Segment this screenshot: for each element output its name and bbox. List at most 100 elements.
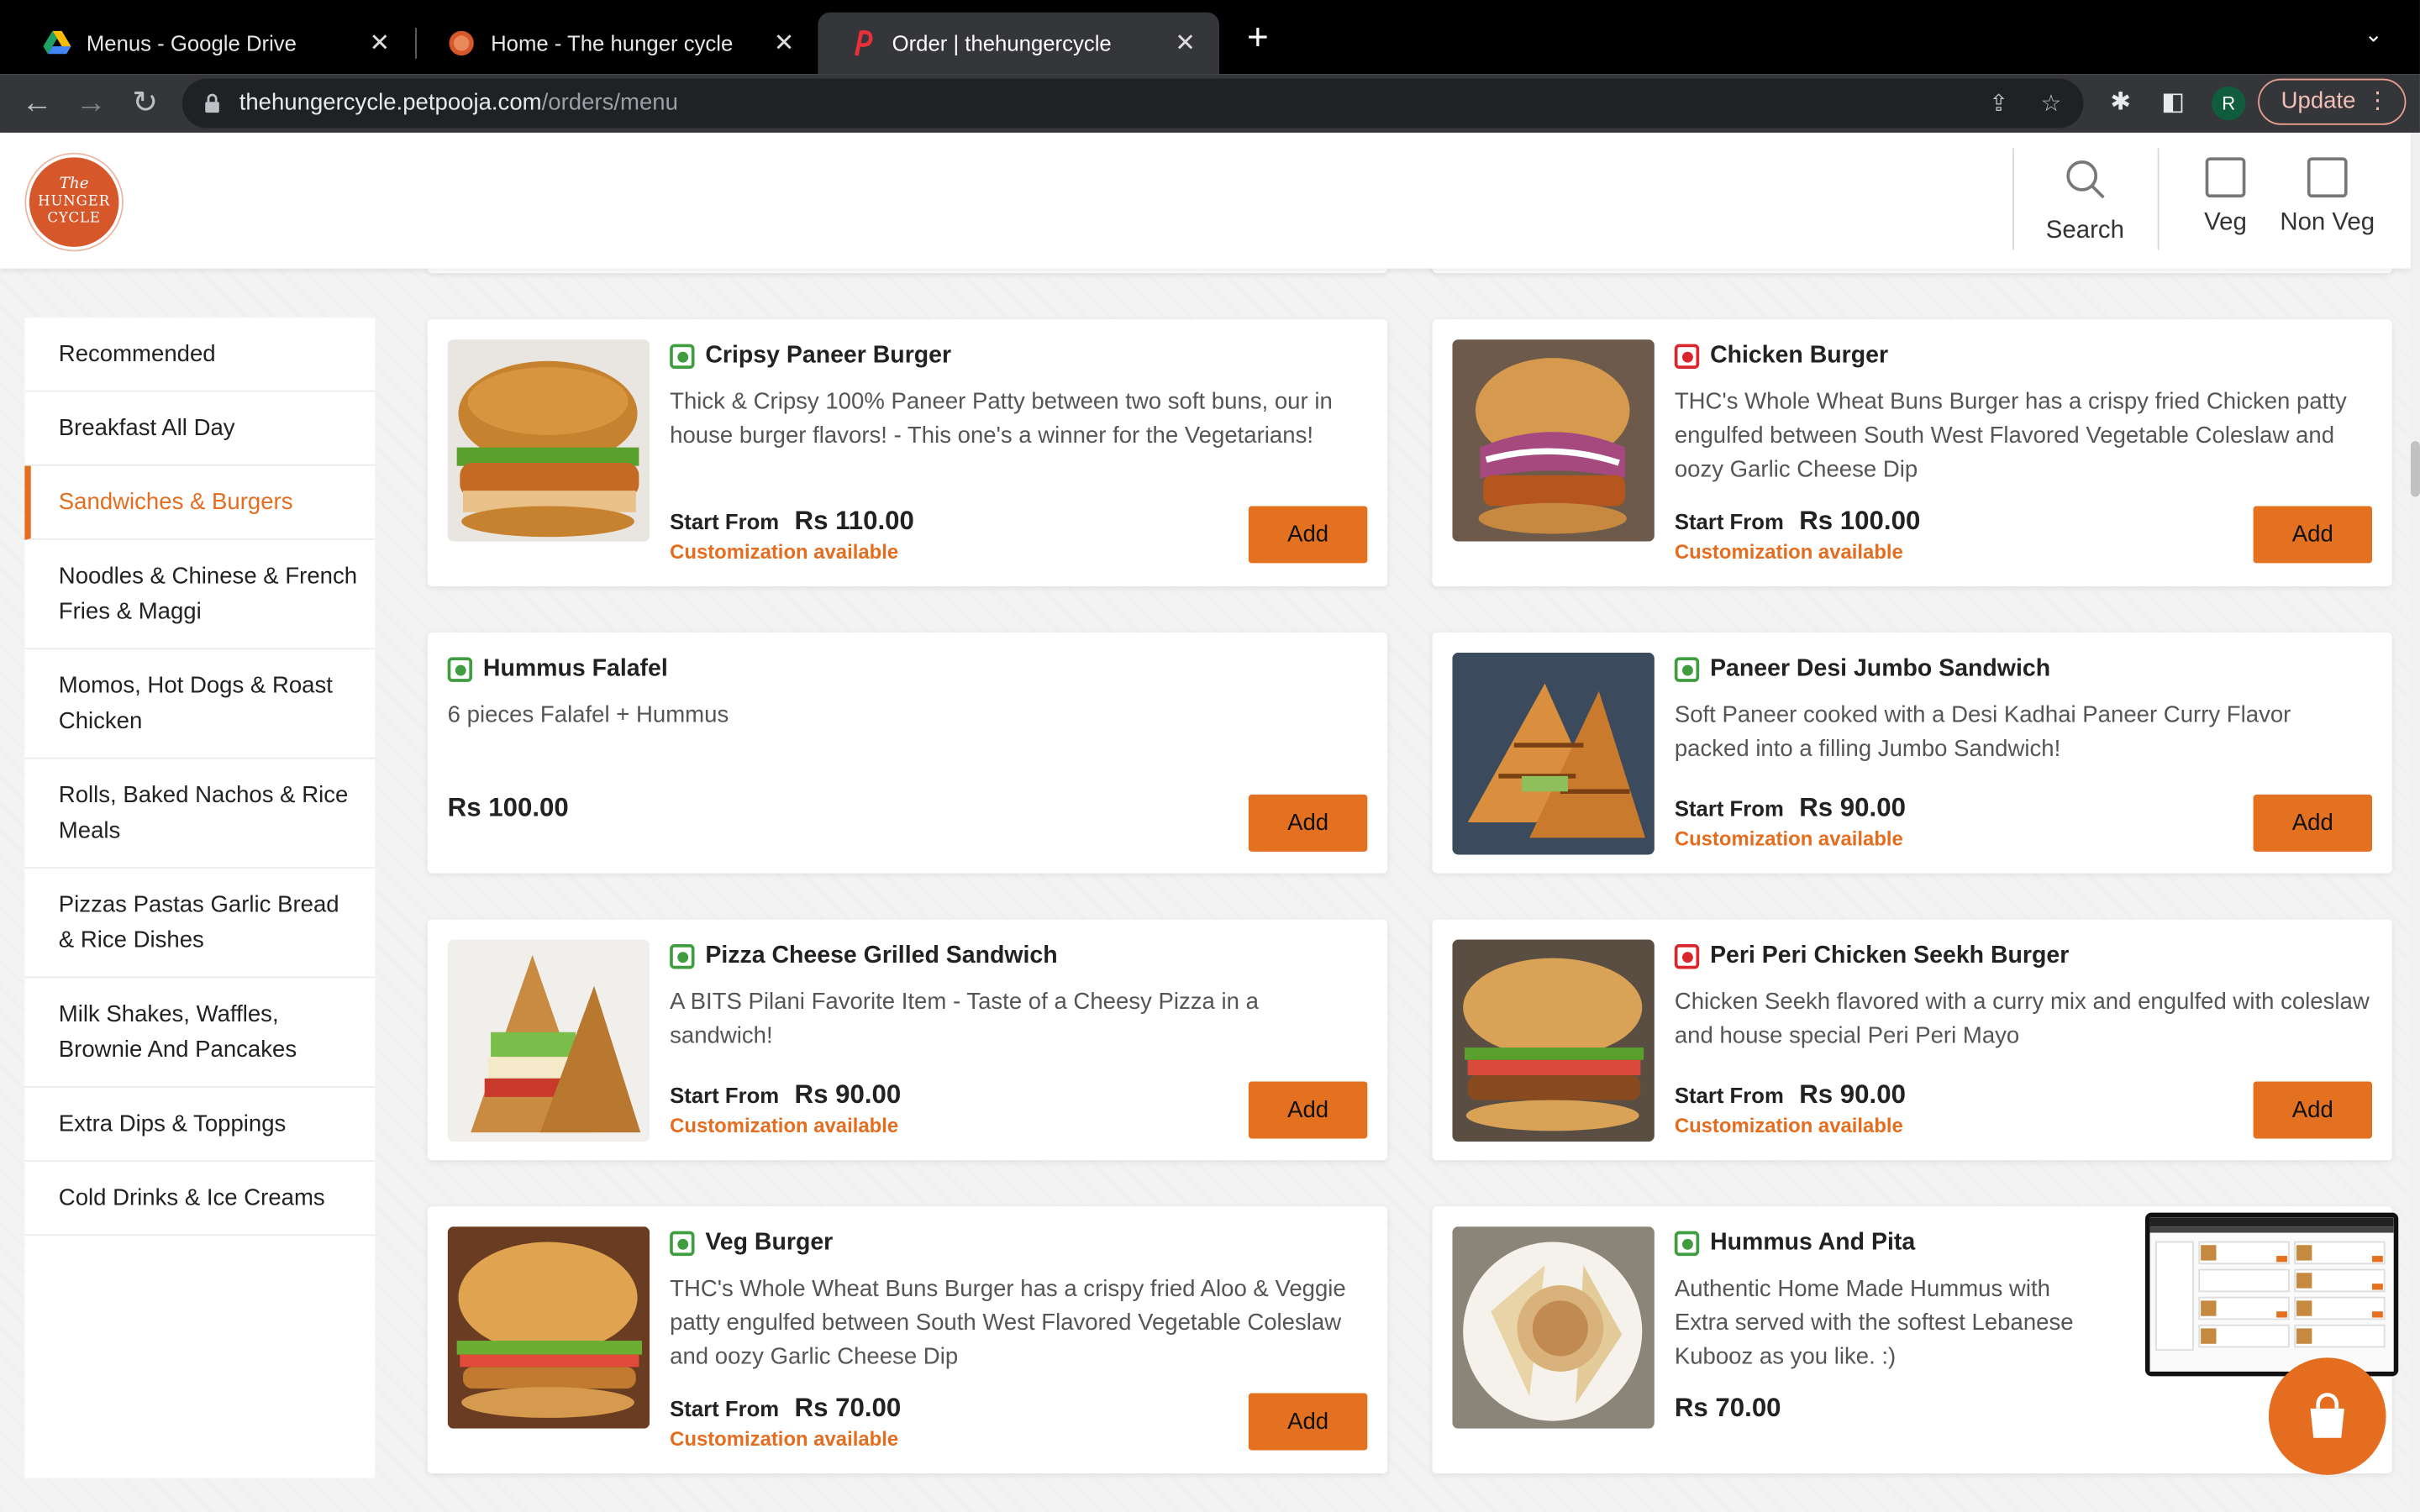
category-item[interactable]: Recommended	[24, 318, 376, 392]
veg-icon	[1674, 657, 1700, 682]
dish-title: Cripsy Paneer Burger	[705, 342, 952, 369]
category-item[interactable]: Cold Drinks & Ice Creams	[24, 1162, 376, 1236]
dish-price: Rs 100.00	[447, 793, 569, 822]
tab-title: Home - The hunger cycle	[491, 30, 734, 56]
close-icon[interactable]: ✕	[771, 28, 796, 59]
price-row: Rs 100.00	[448, 793, 569, 824]
hummus-image[interactable]	[1452, 1226, 1655, 1429]
close-icon[interactable]: ✕	[1173, 28, 1197, 59]
reload-icon[interactable]: ↻	[125, 83, 166, 123]
nonveg-icon	[1674, 944, 1700, 969]
category-item[interactable]: Rolls, Baked Nachos & Rice Meals	[24, 759, 376, 869]
more-icon: ⋮	[2365, 87, 2390, 114]
dish-price: Rs 90.00	[794, 1079, 902, 1110]
category-item[interactable]: Milk Shakes, Waffles, Brownie And Pancak…	[24, 978, 376, 1088]
site-header: The HUNGER CYCLE Search Veg Non Veg	[0, 132, 2411, 269]
nonveg-filter[interactable]: Non Veg	[2275, 157, 2380, 238]
menu-page: Recommended Breakfast All Day Sandwiches…	[0, 268, 2411, 1512]
logo[interactable]: The HUNGER CYCLE	[26, 154, 123, 250]
burger-image[interactable]	[447, 339, 650, 542]
share-icon[interactable]: ⇪	[1985, 91, 2012, 118]
screen-share-thumbnail[interactable]	[2145, 1212, 2399, 1377]
add-button[interactable]: Add	[2253, 794, 2373, 852]
tab-order[interactable]: Order | thehungercycle ✕	[818, 12, 1219, 75]
page-scrollbar[interactable]	[2410, 132, 2420, 1512]
petpooja-icon	[849, 29, 876, 57]
burger-image[interactable]	[1452, 339, 1655, 542]
dish-description: A BITS Pilani Favorite Item - Taste of a…	[670, 989, 1259, 1049]
close-icon[interactable]: ✕	[367, 28, 392, 59]
browser-tab-bar: Menus - Google Drive ✕ Home - The hunger…	[0, 0, 2420, 75]
star-icon[interactable]: ☆	[2037, 91, 2065, 118]
customization-note: Customization available	[670, 1114, 899, 1137]
avatar[interactable]: R	[2211, 86, 2246, 121]
start-from-label: Start From	[670, 1083, 780, 1108]
add-button[interactable]: Add	[2253, 506, 2373, 564]
veg-checkbox[interactable]	[2205, 157, 2246, 198]
add-button[interactable]: Add	[1248, 794, 1368, 852]
extensions-icon[interactable]: ✱	[2105, 88, 2136, 119]
tab-home[interactable]: Home - The hunger cycle ✕	[417, 13, 818, 74]
sandwich-image[interactable]	[447, 939, 650, 1142]
dish-title: Veg Burger	[705, 1229, 834, 1257]
add-button[interactable]: Add	[2253, 1081, 2373, 1139]
chevron-down-icon[interactable]: ⌄	[2365, 22, 2383, 48]
menu-item-card: Peri Peri Chicken Seekh Burger Chicken S…	[1432, 919, 2392, 1161]
logo-text: CYCLE	[47, 210, 101, 227]
thumbnail-screen	[2149, 1217, 2394, 1372]
header-divider	[2012, 148, 2014, 250]
dish-name: Pizza Cheese Grilled Sandwich	[670, 940, 1365, 974]
tab-google-drive[interactable]: Menus - Google Drive ✕	[13, 13, 414, 74]
lock-icon	[205, 93, 219, 113]
start-from-label: Start From	[670, 509, 780, 534]
category-item[interactable]: Pizzas Pastas Garlic Bread & Rice Dishes	[24, 869, 376, 979]
back-icon[interactable]: ←	[17, 83, 57, 123]
dish-name: Paneer Desi Jumbo Sandwich	[1674, 653, 2370, 686]
dish-description: THC's Whole Wheat Buns Burger has a cris…	[670, 1275, 1346, 1370]
price-row: Start From Rs 90.00	[1675, 1080, 1906, 1111]
dish-name: Hummus Falafel	[447, 653, 1366, 686]
menu-item-card	[427, 268, 1388, 274]
google-drive-icon	[43, 29, 71, 57]
add-button[interactable]: Add	[1248, 506, 1368, 564]
add-button[interactable]: Add	[1248, 1081, 1368, 1139]
new-tab-icon[interactable]: +	[1239, 19, 1276, 59]
price-row: Rs 70.00	[1675, 1394, 1781, 1425]
price-row: Start From Rs 100.00	[1675, 506, 1920, 537]
forward-icon[interactable]: →	[71, 83, 111, 123]
update-button[interactable]: Update ⋮	[2258, 78, 2407, 125]
sidepanel-icon[interactable]: ◧	[2158, 88, 2189, 119]
category-item[interactable]: Momos, Hot Dogs & Roast Chicken	[24, 649, 376, 759]
burger-image[interactable]	[1452, 939, 1655, 1142]
add-button[interactable]: Add	[1248, 1393, 1368, 1451]
sandwich-image[interactable]	[1452, 652, 1655, 855]
category-item[interactable]: Noodles & Chinese & French Fries & Maggi	[24, 540, 376, 650]
nonveg-icon	[1674, 344, 1700, 369]
address-bar[interactable]: thehungercycle.petpooja.com/orders/menu …	[182, 78, 2084, 129]
category-item[interactable]: Breakfast All Day	[24, 392, 376, 466]
menu-item-card	[1432, 268, 2392, 274]
scrollbar-thumb[interactable]	[2410, 441, 2420, 497]
dish-name: Cripsy Paneer Burger	[670, 339, 1365, 373]
dish-title: Chicken Burger	[1710, 342, 1889, 369]
menu-item-card: Cripsy Paneer Burger Thick & Cripsy 100%…	[427, 319, 1388, 586]
burger-image[interactable]	[447, 1226, 650, 1429]
header-divider	[2157, 148, 2160, 250]
dish-description: Chicken Seekh flavored with a curry mix …	[1674, 989, 2370, 1049]
category-item[interactable]: Extra Dips & Toppings	[24, 1088, 376, 1163]
category-item-active[interactable]: Sandwiches & Burgers	[24, 465, 376, 540]
cart-button[interactable]	[2268, 1357, 2386, 1475]
dish-name: Veg Burger	[670, 1226, 1365, 1260]
search-button[interactable]: Search	[2034, 157, 2136, 245]
nonveg-checkbox[interactable]	[2307, 157, 2348, 198]
veg-filter[interactable]: Veg	[2188, 157, 2262, 238]
url-host: thehungercycle.petpooja.com	[239, 89, 542, 116]
veg-icon	[1674, 1231, 1700, 1257]
veg-icon	[670, 1231, 695, 1257]
menu-item-card: Paneer Desi Jumbo Sandwich Soft Paneer c…	[1432, 633, 2392, 874]
price-row: Start From Rs 70.00	[670, 1394, 901, 1425]
customization-note: Customization available	[1674, 539, 1903, 564]
logo-text: HUNGER	[38, 193, 111, 209]
dish-price: Rs 110.00	[794, 506, 914, 536]
customization-note: Customization available	[670, 1426, 899, 1451]
